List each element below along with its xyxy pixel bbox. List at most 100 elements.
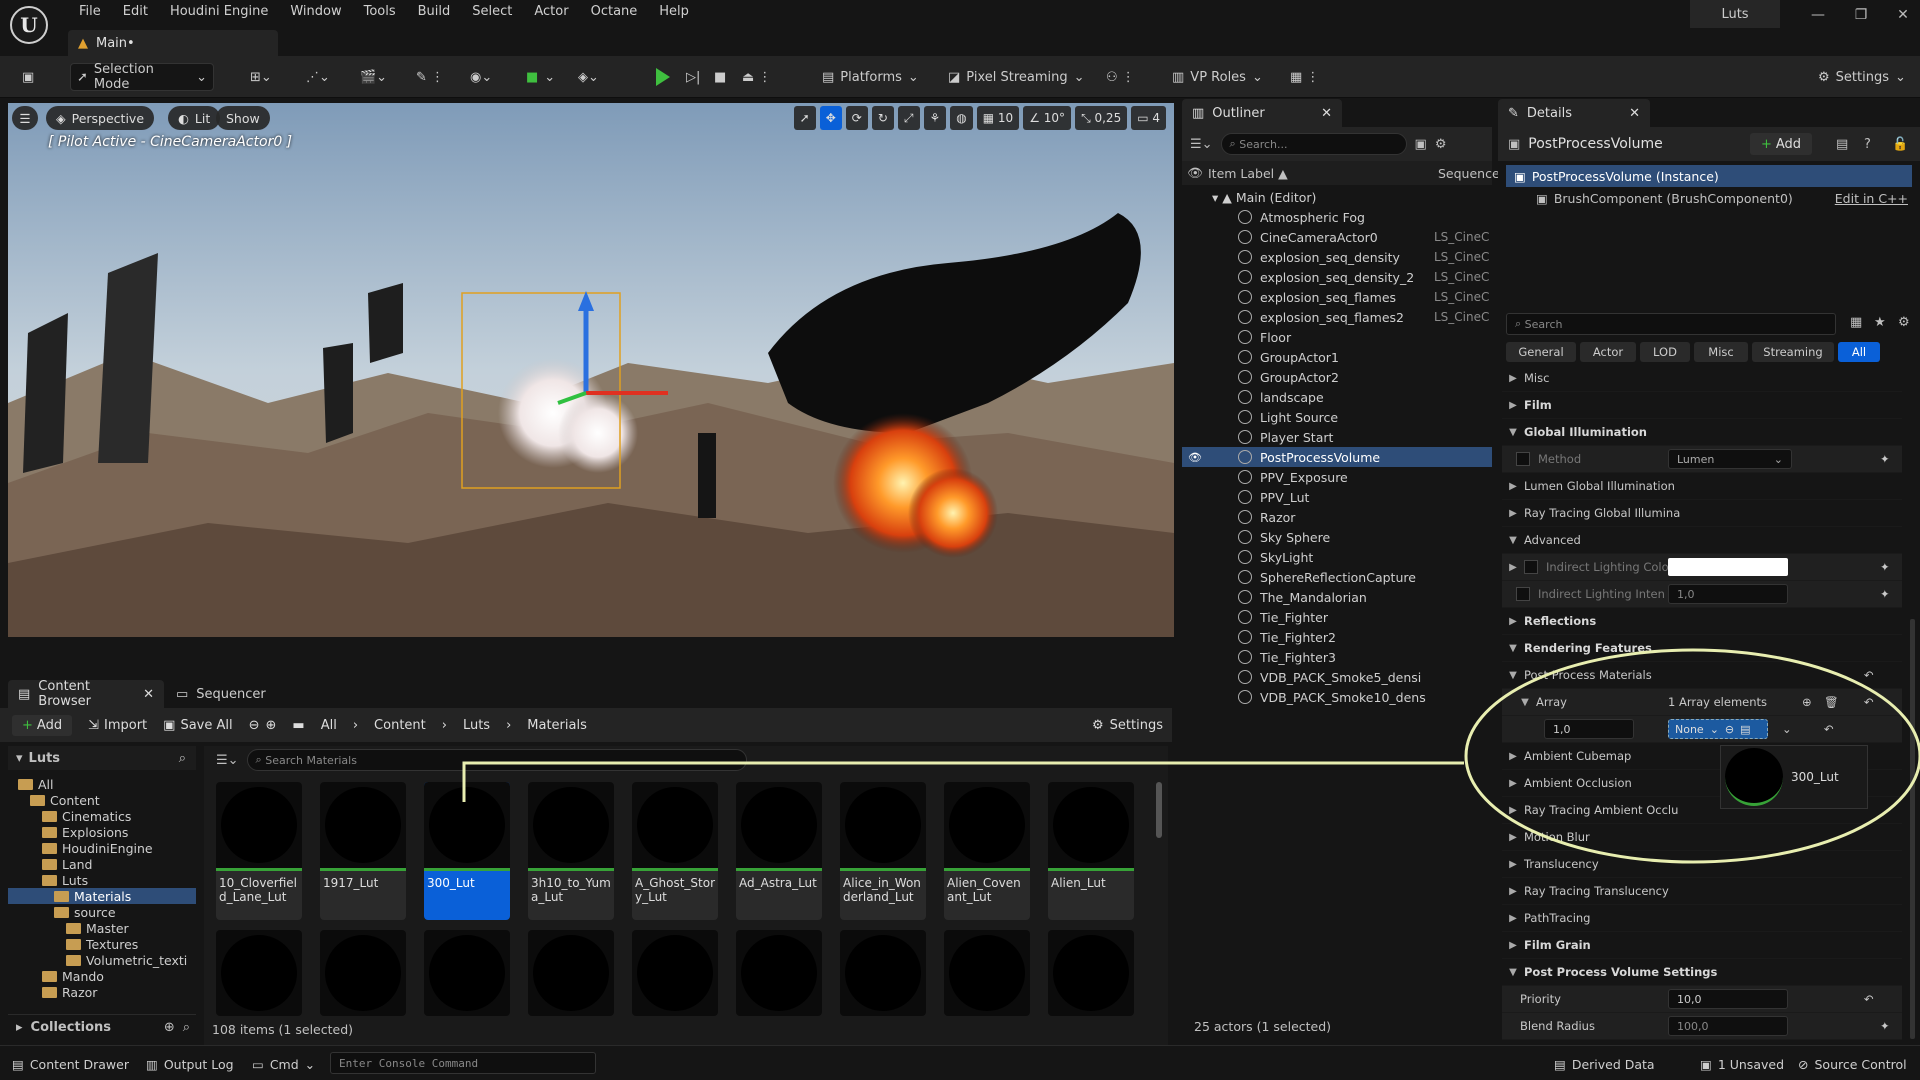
menu-edit[interactable]: Edit [112, 3, 159, 21]
filter-general[interactable]: General [1506, 342, 1576, 362]
keyframe-icon[interactable]: ✦ [1880, 1019, 1890, 1033]
forward-icon[interactable]: ⊕ [266, 718, 277, 733]
keyframe-icon[interactable]: ✦ [1880, 587, 1890, 601]
gear-icon[interactable]: ⚙ [1435, 137, 1447, 152]
col-sequence[interactable]: Sequence [1438, 166, 1500, 181]
folder-tree-item[interactable]: Cinematics [8, 808, 196, 824]
override-checkbox[interactable] [1524, 560, 1538, 574]
menu-build[interactable]: Build [407, 3, 462, 21]
folder-tree-item[interactable]: Mando [8, 968, 196, 984]
step-icon[interactable]: ▷| [680, 63, 706, 91]
folder-tree-item[interactable]: Master [8, 920, 196, 936]
folder-tree-item[interactable]: Explosions [8, 824, 196, 840]
lock-icon[interactable]: 🔓 [1892, 137, 1908, 152]
outliner-row[interactable]: Floor [1182, 327, 1492, 347]
cat-path-tracing[interactable]: ▶ PathTracing [1502, 905, 1902, 932]
folder-tree-item[interactable]: source [8, 904, 196, 920]
minimize-icon[interactable]: — [1803, 4, 1833, 26]
keyframe-icon[interactable]: ✦ [1880, 560, 1890, 574]
outliner-row[interactable]: landscape [1182, 387, 1492, 407]
sequencer-tab[interactable]: ▭ Sequencer [164, 687, 266, 702]
asset-tile[interactable] [320, 930, 406, 1016]
asset-tile[interactable]: Ad_Astra_Lut [736, 782, 822, 920]
rotate2-tool-icon[interactable]: ↻ [871, 106, 894, 130]
outliner-row[interactable]: explosion_seq_density LS_CineCa [1182, 247, 1492, 267]
filter-icon[interactable]: ☰⌄ [216, 753, 239, 768]
outliner-row[interactable]: SphereReflectionCapture [1182, 567, 1492, 587]
filter-all[interactable]: All [1838, 342, 1880, 362]
cat-reflections[interactable]: ▶ Reflections [1502, 608, 1902, 635]
search-icon[interactable]: ⌕ [183, 1020, 190, 1035]
outliner-row[interactable]: Player Start [1182, 427, 1492, 447]
folder-tree-item[interactable]: All [8, 776, 196, 792]
cinematics-icon[interactable]: 🎬⌄ [354, 63, 393, 91]
search-icon[interactable]: ⌕ [179, 751, 186, 766]
layers-icon[interactable]: ◈⌄ [572, 63, 605, 91]
eye-icon[interactable]: 👁 [1188, 451, 1202, 464]
select-tool-icon[interactable]: ➚ [793, 106, 816, 130]
indirect-intensity-input[interactable]: 1,0 [1668, 584, 1788, 604]
world-local-icon[interactable]: ◍ [950, 106, 973, 130]
cat-rt-gi[interactable]: ▶ Ray Tracing Global Illumina [1502, 500, 1902, 527]
asset-tile[interactable]: 300_Lut [424, 782, 510, 920]
menu-select[interactable]: Select [461, 3, 523, 21]
outliner-row[interactable]: GroupActor1 [1182, 347, 1492, 367]
folder-tree-item[interactable]: Volumetric_texti [8, 952, 196, 968]
menu-tools[interactable]: Tools [353, 3, 407, 21]
import-button[interactable]: ⇲ Import [88, 718, 147, 733]
folder-icon[interactable]: ▬ [292, 718, 304, 733]
cat-rt-translucency[interactable]: ▶ Ray Tracing Translucency [1502, 878, 1902, 905]
folder-tree-item[interactable]: Content [8, 792, 196, 808]
outliner-row[interactable]: VDB_PACK_Smoke10_dens [1182, 687, 1492, 707]
users-icon[interactable]: ⚇ ⋮ [1100, 63, 1141, 91]
outliner-row[interactable]: VDB_PACK_Smoke5_densi [1182, 667, 1492, 687]
cat-film-grain[interactable]: ▶ Film Grain [1502, 932, 1902, 959]
cat-translucency[interactable]: ▶ Translucency [1502, 851, 1902, 878]
details-scrollbar[interactable] [1910, 619, 1915, 1039]
asset-tile[interactable] [736, 930, 822, 1016]
content-settings-button[interactable]: ⚙ Settings [1092, 718, 1163, 733]
rotate-tool-icon[interactable]: ⟳ [845, 106, 868, 130]
vp-roles-button[interactable]: ▥ VP Roles ⌄ [1166, 63, 1269, 91]
add-actor-icon[interactable]: ⊞⌄ [244, 63, 278, 91]
close-icon[interactable]: ✕ [1629, 106, 1640, 121]
unsaved-button[interactable]: ▣ 1 Unsaved [1700, 1054, 1784, 1074]
filter-misc[interactable]: Misc [1694, 342, 1748, 362]
asset-tile[interactable]: A_Ghost_Story_Lut [632, 782, 718, 920]
move-tool-icon[interactable]: ✥ [819, 106, 842, 130]
outliner-row[interactable]: Tie_Fighter3 [1182, 647, 1492, 667]
reset-icon[interactable]: ↶ [1864, 668, 1874, 682]
cat-post-process-materials[interactable]: ▼ Post Process Materials ↶ [1502, 662, 1902, 689]
reset-icon[interactable]: ↶ [1864, 992, 1874, 1006]
outliner-row[interactable]: PPV_Lut [1182, 487, 1492, 507]
outliner-search-input[interactable]: ⌕ Search... [1220, 133, 1407, 155]
override-checkbox[interactable] [1516, 587, 1530, 601]
chevron-down-icon[interactable]: ⌄ [1782, 722, 1792, 736]
asset-tile[interactable]: Alien_Covenant_Lut [944, 782, 1030, 920]
asset-tile[interactable] [944, 930, 1030, 1016]
cat-motion-blur[interactable]: ▶ Motion Blur [1502, 824, 1902, 851]
settings-button[interactable]: ⚙ Settings ⌄ [1812, 63, 1912, 91]
instance-row[interactable]: ▣ PostProcessVolume (Instance) [1506, 165, 1912, 187]
asset-tile[interactable] [424, 930, 510, 1016]
viewport-menu-icon[interactable]: ☰ [12, 106, 38, 130]
asset-scrollbar[interactable] [1156, 782, 1162, 838]
houdini-icon[interactable]: ◉⌄ [464, 63, 498, 91]
collections-header[interactable]: ▸ Collections ⊕ ⌕ [8, 1014, 196, 1040]
selection-mode-dropdown[interactable]: ➚ Selection Mode ⌄ [70, 62, 214, 92]
table-view-icon[interactable]: ▦ [1850, 315, 1862, 330]
folder-icon[interactable]: ▤ [1740, 723, 1750, 736]
crumb-luts[interactable]: Luts [463, 718, 490, 733]
outliner-row[interactable]: Sky Sphere [1182, 527, 1492, 547]
close-icon[interactable]: ✕ [1321, 106, 1332, 121]
level-tab[interactable]: ▲ Main• [68, 30, 278, 56]
outliner-row[interactable]: explosion_seq_flames LS_CineCa [1182, 287, 1492, 307]
platforms-button[interactable]: ▤ Platforms ⌄ [816, 63, 925, 91]
menu-actor[interactable]: Actor [523, 3, 579, 21]
filter-lod[interactable]: LOD [1640, 342, 1690, 362]
filter-actor[interactable]: Actor [1580, 342, 1636, 362]
outliner-row[interactable]: Razor [1182, 507, 1492, 527]
unreal-logo-icon[interactable]: U [10, 6, 48, 44]
perspective-button[interactable]: ◈ Perspective [46, 106, 155, 130]
folder-tree-item[interactable]: Land [8, 856, 196, 872]
